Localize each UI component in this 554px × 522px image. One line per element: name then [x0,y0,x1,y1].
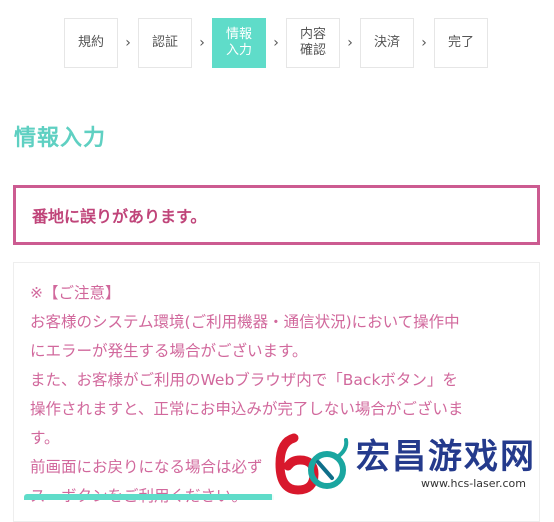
step-payment: 決済 [360,18,414,68]
site-watermark: 宏昌游戏网 www.hcs-laser.com [272,428,554,500]
chevron-right-icon: › [125,35,131,51]
step-complete: 完了 [434,18,488,68]
step-confirm: 内容 確認 [286,18,340,68]
step-auth: 認証 [138,18,192,68]
bottom-button-edge[interactable] [24,494,274,500]
error-alert: 番地に誤りがあります。 [13,185,540,245]
step-terms: 規約 [64,18,118,68]
notice-line: また、お客様がご利用のWebブラウザ内で「Backボタン」を [30,371,458,389]
notice-line: 操作されますと、正常にお申込みが完了しない場合がございま [30,400,464,418]
progress-stepper: 規約 › 認証 › 情報 入力 › 内容 確認 › 決済 › 完了 [64,18,488,68]
watermark-logo-icon [272,428,352,500]
step-info-input: 情報 入力 [212,18,266,68]
notice-line: にエラーが発生する場合がございます。 [30,342,308,360]
chevron-right-icon: › [421,35,427,51]
chevron-right-icon: › [273,35,279,51]
page-title: 情報入力 [14,126,107,151]
watermark-name: 宏昌游戏网 [356,437,536,477]
watermark-url: www.hcs-laser.com [421,477,526,490]
chevron-right-icon: › [199,35,205,51]
notice-heading: ※【ご注意】 [30,284,121,302]
chevron-right-icon: › [347,35,353,51]
notice-line: お客様のシステム環境(ご利用機器・通信状況)において操作中 [30,313,460,331]
error-message: 番地に誤りがあります。 [32,207,207,226]
